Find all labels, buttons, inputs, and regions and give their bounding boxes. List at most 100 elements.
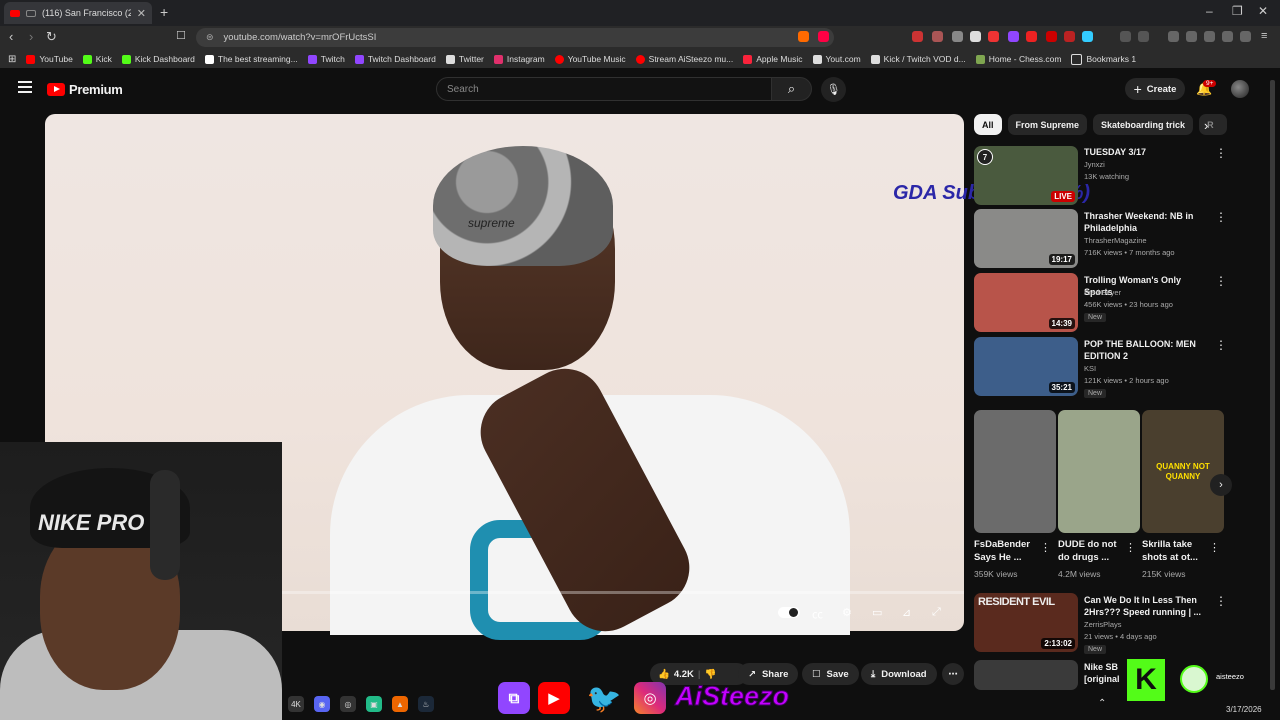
sidebar-icon[interactable] — [1186, 31, 1197, 42]
bookmark-streaming[interactable]: The best streaming... — [204, 54, 298, 64]
bookmark-kick-dashboard[interactable]: Kick Dashboard — [121, 54, 195, 64]
steam-icon[interactable]: ♨ — [418, 696, 434, 712]
bookmark-twitch[interactable]: Twitch — [307, 54, 345, 64]
video-title[interactable]: Can We Do It In Less Then 2Hrs??? Speed … — [1084, 594, 1206, 618]
site-info-icon[interactable]: ⊜ — [206, 32, 214, 43]
settings-gear-icon[interactable]: ⚙ — [842, 606, 852, 619]
close-tab-icon[interactable]: ✕ — [137, 7, 146, 20]
extension-icon[interactable] — [952, 31, 963, 42]
minimize-window-button[interactable]: – — [1206, 4, 1213, 18]
browser-tab-active[interactable]: (116) San Francisco (2026) - Y ✕ — [4, 2, 152, 24]
page-scrollbar[interactable] — [1270, 80, 1275, 690]
bookmark-twitch-dashboard[interactable]: Twitch Dashboard — [354, 54, 436, 64]
miniplayer-icon[interactable]: ▭ — [872, 606, 882, 619]
4k-downloader-icon[interactable]: 4K — [288, 696, 304, 712]
short-title[interactable]: FsDaBender Says He ... — [974, 538, 1046, 564]
autoplay-toggle[interactable] — [778, 607, 800, 618]
more-vertical-icon[interactable]: ⋮ — [1209, 541, 1220, 554]
create-button[interactable]: + Create — [1125, 78, 1185, 100]
bookmark-chess[interactable]: Home - Chess.com — [975, 54, 1061, 64]
channel-name[interactable]: Fred Beyer — [1084, 287, 1214, 299]
bookmark-youtube-music[interactable]: YouTube Music — [554, 54, 626, 64]
more-vertical-icon[interactable]: ⋮ — [1040, 541, 1051, 554]
bookmark-stream-aisteezo[interactable]: Stream AiSteezo mu... — [635, 54, 733, 64]
more-vertical-icon[interactable]: ⋮ — [1215, 338, 1227, 352]
chip-all[interactable]: All — [974, 114, 1002, 135]
like-thumb-icon[interactable]: 👍 — [658, 669, 670, 680]
channel-name[interactable]: KSI — [1084, 363, 1214, 375]
short-thumbnail[interactable] — [1058, 410, 1140, 533]
video-thumbnail[interactable]: 14:39 — [974, 273, 1078, 332]
media-controls-icon[interactable] — [1168, 31, 1179, 42]
extension-icon[interactable] — [988, 31, 999, 42]
extension-icon[interactable] — [1026, 31, 1037, 42]
obs-icon[interactable]: ◎ — [340, 696, 356, 712]
fullscreen-icon[interactable]: ⤢ — [932, 606, 941, 619]
save-button[interactable]: ☐ Save — [802, 663, 859, 685]
bookmark-folder[interactable]: Bookmarks 1 — [1071, 53, 1136, 65]
address-bar[interactable]: ⊜ youtube.com/watch?v=mrOFrUctsSI — [196, 28, 834, 47]
bookmark-twitter[interactable]: Twitter — [445, 54, 484, 64]
bookmark-kick[interactable]: Kick — [82, 54, 112, 64]
close-window-button[interactable]: ✕ — [1258, 4, 1268, 18]
channel-name[interactable]: ZerrisPlays — [1084, 619, 1214, 631]
brave-icon[interactable]: ▲ — [392, 696, 408, 712]
more-vertical-icon[interactable]: ⋮ — [1215, 146, 1227, 160]
account-avatar[interactable] — [1231, 80, 1249, 98]
short-title[interactable]: Skrilla take shots at ot... — [1142, 538, 1214, 564]
bookmark-instagram[interactable]: Instagram — [493, 54, 545, 64]
dislike-thumb-icon[interactable]: 👎 — [705, 669, 717, 680]
more-vertical-icon[interactable]: ⋮ — [1215, 594, 1227, 608]
system-tray-arrow-icon[interactable]: ⌃ — [1098, 698, 1106, 709]
chips-next-arrow-icon[interactable]: › — [1204, 118, 1208, 133]
brave-rewards-icon[interactable] — [818, 31, 829, 42]
like-count[interactable]: 4.2K — [674, 669, 694, 680]
discord-icon[interactable]: ◉ — [314, 696, 330, 712]
video-title[interactable]: POP THE BALLOON: MEN EDITION 2 — [1084, 338, 1206, 362]
apps-grid-icon[interactable]: ⊞ — [8, 54, 16, 65]
video-thumbnail[interactable]: 7 LIVE — [974, 146, 1078, 205]
bookmark-youtube[interactable]: YouTube — [26, 54, 73, 64]
channel-name[interactable]: Jynxzi — [1084, 159, 1214, 171]
video-title[interactable]: Thrasher Weekend: NB in Philadelphia — [1084, 210, 1206, 234]
leo-ai-icon[interactable] — [1222, 31, 1233, 42]
wallet-icon[interactable] — [1204, 31, 1215, 42]
brave-shield-icon[interactable] — [798, 31, 809, 42]
bookmark-vod-downloader[interactable]: Kick / Twitch VOD d... — [870, 54, 966, 64]
browser-menu-icon[interactable]: ≡ — [1261, 30, 1267, 42]
extension-icon[interactable] — [1008, 31, 1019, 42]
extension-icon[interactable] — [1046, 31, 1057, 42]
search-input[interactable]: Search — [436, 77, 772, 101]
new-tab-button[interactable]: + — [160, 4, 168, 20]
extension-icon[interactable] — [970, 31, 981, 42]
video-thumbnail[interactable]: 19:17 — [974, 209, 1078, 268]
extension-icon[interactable] — [932, 31, 943, 42]
cast-icon[interactable]: ⊿ — [902, 606, 911, 619]
voice-search-button[interactable]: 🎙 — [821, 77, 846, 102]
download-button[interactable]: ⤓ Download — [861, 663, 937, 685]
bookmark-icon[interactable]: ☐ — [176, 29, 186, 42]
forward-arrow-icon[interactable]: › — [29, 29, 33, 44]
maximize-window-button[interactable]: ❐ — [1232, 4, 1243, 18]
extensions-puzzle-icon[interactable] — [1120, 31, 1131, 42]
video-thumbnail[interactable]: 35:21 — [974, 337, 1078, 396]
short-thumbnail[interactable] — [974, 410, 1056, 533]
subtitles-icon[interactable]: ㏄ — [812, 606, 823, 622]
more-vertical-icon[interactable]: ⋮ — [1125, 541, 1136, 554]
extension-icon[interactable] — [1082, 31, 1093, 42]
extension-icon[interactable] — [912, 31, 923, 42]
extension-icon[interactable] — [1064, 31, 1075, 42]
more-vertical-icon[interactable]: ⋮ — [1215, 210, 1227, 224]
bookmark-yout[interactable]: Yout.com — [812, 54, 861, 64]
chip-skateboarding[interactable]: Skateboarding trick — [1093, 114, 1194, 135]
channel-name[interactable]: ThrasherMagazine — [1084, 235, 1214, 247]
bookmark-apple-music[interactable]: Apple Music — [743, 54, 803, 64]
video-title[interactable]: TUESDAY 3/17 — [1084, 146, 1206, 158]
menu-hamburger-icon[interactable] — [18, 81, 32, 96]
short-thumbnail[interactable]: QUANNY NOT QUANNY — [1142, 410, 1224, 533]
tab-search-icon[interactable] — [1138, 31, 1149, 42]
chip-from-supreme[interactable]: From Supreme — [1007, 114, 1088, 135]
video-thumbnail[interactable]: RESIDENT EVIL 2:13:02 — [974, 593, 1078, 652]
video-thumbnail[interactable] — [974, 660, 1078, 690]
vpn-icon[interactable] — [1240, 31, 1251, 42]
